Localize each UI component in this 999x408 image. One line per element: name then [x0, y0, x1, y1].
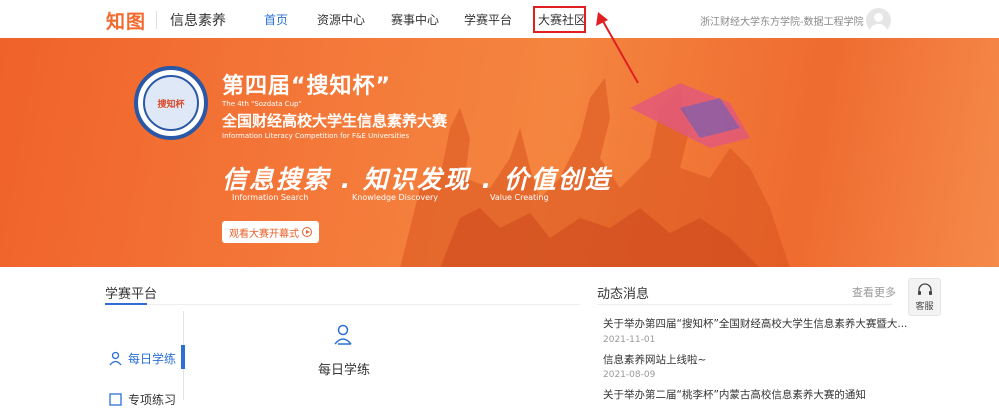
nav-study-platform[interactable]: 学赛平台	[464, 11, 512, 28]
logo-mark: 知图	[106, 10, 147, 33]
news-item-date: 2021-11-01	[603, 335, 656, 345]
platform-title: 学赛平台	[105, 287, 158, 302]
news-divider	[597, 304, 892, 305]
nav-resource-center[interactable]: 资源中心	[317, 11, 365, 28]
nav-competition-center[interactable]: 赛事中心	[391, 11, 439, 28]
logo-subtitle: 信息素养	[170, 13, 227, 29]
slogan-en-3: Value Creating	[490, 193, 549, 202]
news-item-title[interactable]: 关于举办第四届“搜知杯”全国财经高校大学生信息素养大赛暨大...	[603, 316, 907, 331]
school-name: 浙江财经大学东方学院-数据工程学院	[700, 17, 864, 28]
slogan-en-2: Knowledge Discovery	[352, 193, 439, 202]
sidebar-item-label: 每日学练	[128, 352, 177, 366]
top-header: 知图 信息素养 首页 资源中心 赛事中心 学赛平台 大赛社区 浙江财经大学东方学…	[0, 0, 999, 38]
headset-icon	[917, 282, 932, 295]
banner-title: 第四届“搜知杯”	[222, 74, 391, 99]
daily-practice-label: 每日学练	[318, 363, 371, 378]
banner-title-en: The 4th "Sozdata Cup"	[222, 100, 302, 108]
daily-practice-icon	[334, 324, 352, 345]
view-more-link[interactable]: 查看更多	[852, 284, 896, 300]
watch-opening-label: 观看大赛开幕式	[229, 228, 299, 240]
customer-service-label: 客服	[915, 301, 934, 312]
logo-divider	[156, 11, 158, 29]
play-icon	[302, 227, 312, 237]
watch-opening-button[interactable]: 观看大赛开幕式	[222, 221, 319, 243]
platform-title-underline	[105, 303, 147, 305]
hero-banner: 搜知杯 第四届“搜知杯” The 4th "Sozdata Cup" 全国财经高…	[0, 38, 999, 267]
nav-home[interactable]: 首页	[264, 11, 288, 28]
banner-slogan: 信息搜索 . 知识发现 . 价值创造	[222, 165, 612, 194]
banner-subtitle: 全国财经高校大学生信息素养大赛	[222, 112, 448, 130]
news-item-date: 2021-08-09	[603, 370, 656, 380]
site-logo[interactable]: 知图 信息素养	[106, 8, 227, 33]
slogan-en-1: Information Search	[232, 193, 309, 202]
sidebar-active-indicator	[181, 345, 185, 369]
community-highlight-box	[533, 6, 586, 33]
banner-subtitle-en: Information Literacy Competition for F&E…	[222, 132, 410, 140]
user-study-icon	[109, 351, 122, 366]
annotation-arrow	[596, 12, 639, 84]
customer-service-button[interactable]: 客服	[908, 278, 941, 316]
sidebar-item-daily-practice[interactable]: 每日学练	[108, 350, 176, 367]
user-avatar[interactable]	[866, 8, 891, 33]
badge-emblem: 搜知杯	[143, 75, 199, 131]
platform-divider	[105, 304, 580, 305]
news-title: 动态消息	[597, 287, 650, 302]
news-item-title[interactable]: 信息素养网站上线啦~	[603, 352, 706, 367]
competition-badge: 搜知杯	[134, 66, 208, 140]
